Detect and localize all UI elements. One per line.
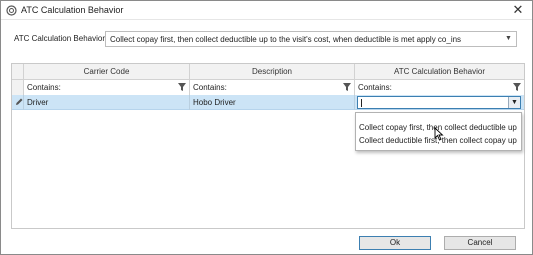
filter-atc-behavior[interactable]: Contains: bbox=[355, 80, 524, 95]
cell-description[interactable]: Hobo Driver bbox=[190, 95, 355, 110]
app-icon bbox=[6, 5, 17, 16]
close-button[interactable]: ✕ bbox=[510, 2, 526, 18]
row-indicator bbox=[12, 95, 24, 110]
window-title: ATC Calculation Behavior bbox=[21, 5, 124, 15]
chevron-down-icon[interactable]: ▼ bbox=[505, 35, 513, 43]
column-header-description[interactable]: Description bbox=[190, 64, 355, 80]
atc-behavior-value: Collect copay first, then collect deduct… bbox=[110, 35, 462, 44]
row-indicator-header bbox=[12, 64, 24, 80]
cancel-button[interactable]: Cancel bbox=[444, 236, 516, 250]
filter-icon[interactable] bbox=[513, 83, 521, 91]
atc-behavior-cell-editor[interactable]: ▼ bbox=[357, 96, 521, 109]
close-icon: ✕ bbox=[512, 2, 524, 17]
filter-icon[interactable] bbox=[178, 83, 186, 91]
atc-behavior-label: ATC Calculation Behavior bbox=[14, 34, 106, 43]
text-caret bbox=[361, 99, 362, 107]
filter-icon[interactable] bbox=[343, 83, 351, 91]
column-header-atc-behavior[interactable]: ATC Calculation Behavior bbox=[355, 64, 524, 80]
filter-description[interactable]: Contains: bbox=[190, 80, 355, 95]
column-header-carrier-code[interactable]: Carrier Code bbox=[24, 64, 190, 80]
pencil-icon bbox=[16, 98, 23, 105]
atc-behavior-combobox[interactable]: Collect copay first, then collect deduct… bbox=[105, 31, 517, 47]
dialog-window: ATC Calculation Behavior ✕ ATC Calculati… bbox=[0, 0, 533, 255]
cell-carrier-code[interactable]: Driver bbox=[24, 95, 190, 110]
title-bar: ATC Calculation Behavior ✕ bbox=[1, 1, 532, 20]
mouse-cursor-icon bbox=[434, 127, 444, 141]
filter-row: Contains: Contains: Contains: bbox=[12, 80, 524, 95]
filter-row-indicator bbox=[12, 80, 24, 95]
chevron-down-icon[interactable]: ▼ bbox=[508, 97, 520, 108]
filter-carrier-code[interactable]: Contains: bbox=[24, 80, 190, 95]
ok-button[interactable]: Ok bbox=[359, 236, 431, 250]
